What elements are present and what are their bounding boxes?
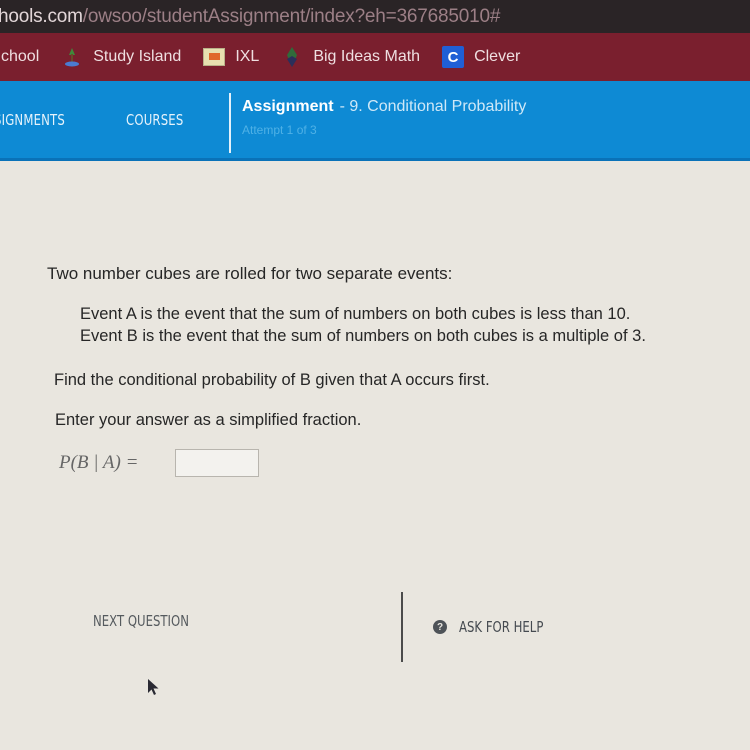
nav-courses[interactable]: COURSES [126, 111, 183, 129]
assignment-name: - 9. Conditional Probability [339, 98, 527, 115]
assignment-label: Assignment [242, 98, 334, 115]
probability-formula: P(B | A) = [59, 452, 139, 473]
attempt-counter: Attempt 1 of 3 [242, 123, 317, 137]
app-header: SIGNMENTS COURSES Assignment - 9. Conditi… [0, 81, 750, 161]
event-list: Event A is the event that the sum of num… [80, 303, 646, 347]
event-b: Event B is the event that the sum of num… [80, 327, 646, 345]
address-bar[interactable]: hools.com/owsoo/studentAssignment/index?… [0, 0, 750, 33]
footer-divider [401, 592, 403, 662]
nav-assignments[interactable]: SIGNMENTS [0, 111, 65, 129]
mouse-cursor-icon [148, 679, 159, 695]
bookmark-big-ideas-math[interactable]: Big Ideas Math [281, 46, 420, 68]
bookmark-label: Study Island [93, 48, 182, 65]
assignment-title: Assignment - 9. Conditional Probability [242, 98, 526, 116]
question-prompt: Find the conditional probability of B gi… [54, 371, 490, 389]
bookmark-school[interactable]: chool [1, 48, 39, 66]
bookmark-label: Big Ideas Math [313, 48, 421, 65]
answer-instruction: Enter your answer as a simplified fracti… [55, 411, 362, 429]
bookmark-label: Clever [474, 48, 521, 65]
bookmark-label: chool [1, 48, 40, 65]
question-intro: Two number cubes are rolled for two sepa… [47, 264, 453, 283]
clever-icon: C [442, 46, 465, 68]
event-a: Event A is the event that the sum of num… [80, 305, 631, 323]
header-divider [229, 93, 231, 153]
bookmark-clever[interactable]: C Clever [442, 46, 520, 68]
big-ideas-math-icon [281, 46, 303, 68]
ask-for-help-label: ASK FOR HELP [459, 618, 544, 636]
bookmark-label: IXL [235, 48, 260, 65]
ixl-icon [203, 46, 226, 68]
bookmarks-bar: chool Study Island IXL Big Ideas Math C … [0, 33, 750, 81]
study-island-icon [61, 46, 83, 68]
bookmark-ixl[interactable]: IXL [203, 46, 259, 68]
url-path: /owsoo/studentAssignment/index?eh=367685… [82, 5, 501, 27]
bookmark-study-island[interactable]: Study Island [61, 46, 181, 68]
answer-input[interactable] [175, 449, 259, 477]
ask-for-help-button[interactable]: ? ASK FOR HELP [433, 618, 567, 636]
url-host: hools.com [0, 5, 83, 27]
help-icon: ? [433, 620, 447, 634]
question-body: Two number cubes are rolled for two sepa… [47, 264, 646, 347]
next-question-button[interactable]: NEXT QUESTION [93, 612, 189, 630]
